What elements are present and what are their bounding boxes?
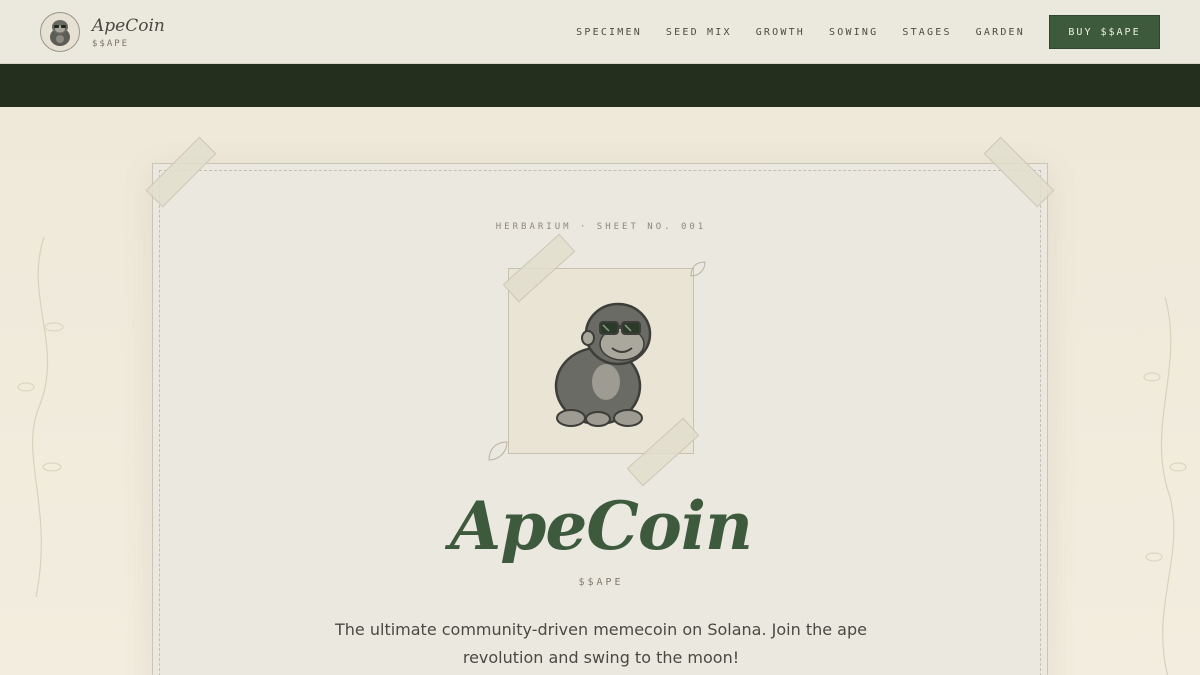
brand-name: ApeCoin <box>92 15 165 36</box>
gorilla-mascot-icon <box>554 302 652 427</box>
hero-ticker: $$APE <box>578 577 624 588</box>
nav-link-garden[interactable]: GARDEN <box>976 27 1025 38</box>
top-navbar: ApeCoin $$APE SPECIMEN SEED MIX GROWTH S… <box>0 0 1200 64</box>
hero-title: ApeCoin <box>450 487 753 565</box>
nav-link-specimen[interactable]: SPECIMEN <box>576 27 642 38</box>
buy-button[interactable]: BUY $$APE <box>1049 15 1160 49</box>
vine-right-icon <box>1143 297 1187 675</box>
nav-links: SPECIMEN SEED MIX GROWTH SOWING STAGES G… <box>552 0 1025 64</box>
brand-ticker: $$APE <box>92 38 130 49</box>
herbarium-card: HERBARIUM · SHEET NO. 001 ApeCoin $$APE … <box>145 136 1055 675</box>
nav-link-stages[interactable]: STAGES <box>902 27 951 38</box>
specimen-frame <box>508 268 694 454</box>
gorilla-logo-icon <box>40 12 80 52</box>
hero-description: The ultimate community-driven memecoin o… <box>335 620 867 667</box>
herbarium-eyebrow: HERBARIUM · SHEET NO. 001 <box>495 222 707 232</box>
leaf-icon <box>488 441 508 461</box>
brand[interactable]: ApeCoin $$APE <box>40 12 165 52</box>
leaf-icon <box>690 261 706 277</box>
nav-link-seed-mix[interactable]: SEED MIX <box>666 27 732 38</box>
nav-link-sowing[interactable]: SOWING <box>829 27 878 38</box>
nav-link-growth[interactable]: GROWTH <box>756 27 805 38</box>
dark-banner <box>0 64 1200 107</box>
vine-left-icon <box>17 237 64 597</box>
